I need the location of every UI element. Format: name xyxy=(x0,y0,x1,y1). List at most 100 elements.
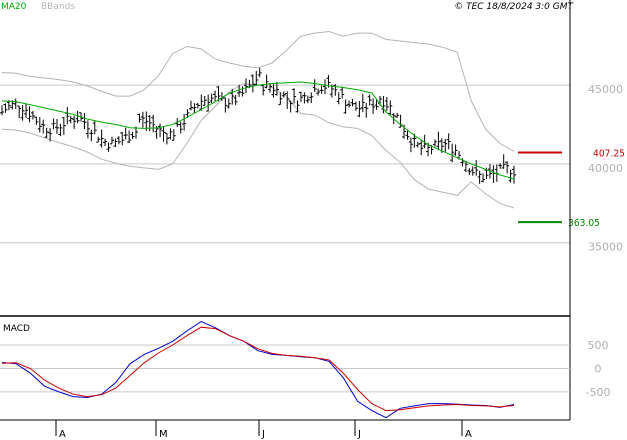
price-bar xyxy=(233,94,238,106)
price-bar xyxy=(443,139,448,153)
macd-tick-label: 500 xyxy=(588,339,609,352)
price-bar xyxy=(357,100,362,118)
price-bar xyxy=(336,92,341,105)
price-bar xyxy=(85,120,90,139)
price-bar xyxy=(285,91,290,109)
price-bar xyxy=(367,94,372,106)
price-bar xyxy=(347,100,352,108)
price-bar xyxy=(3,103,8,113)
price-bar xyxy=(316,88,321,96)
time-axis-label: A xyxy=(465,429,472,440)
price-bar xyxy=(474,160,479,176)
price-bar xyxy=(491,165,496,183)
price-bar xyxy=(271,84,276,98)
price-panel: 407.25 363.05 45000 40000 35000 xyxy=(0,30,625,254)
macd-tick-label: 0 xyxy=(595,362,602,375)
price-bar xyxy=(75,110,80,124)
price-bar xyxy=(65,107,70,125)
price-bar xyxy=(68,115,73,124)
price-bar xyxy=(405,130,410,140)
price-bar xyxy=(512,165,516,184)
price-bar xyxy=(305,95,310,104)
price-bar xyxy=(343,99,348,114)
time-axis-label: M xyxy=(159,429,168,440)
price-bar xyxy=(209,93,214,104)
price-bar xyxy=(463,161,468,173)
price-bar xyxy=(17,105,22,119)
resistance-label: 407.25 xyxy=(593,148,625,159)
price-bar xyxy=(450,143,455,163)
price-tick-label: 40000 xyxy=(588,162,623,175)
price-bar xyxy=(161,126,166,142)
price-bar xyxy=(24,103,29,118)
price-bar xyxy=(309,92,314,104)
price-bar xyxy=(41,119,46,134)
price-bar xyxy=(61,117,66,135)
price-bar xyxy=(151,114,156,133)
time-axis-label: J xyxy=(357,429,361,440)
macd-tick-label: -500 xyxy=(586,386,611,399)
price-bar xyxy=(333,84,338,96)
price-bar xyxy=(477,170,482,184)
price-bar xyxy=(120,132,125,146)
price-bar xyxy=(0,105,4,116)
price-bar xyxy=(106,142,111,152)
price-bar xyxy=(319,85,324,94)
price-bar xyxy=(419,139,424,156)
price-bar xyxy=(30,110,35,120)
price-bar xyxy=(96,136,101,143)
price-bar xyxy=(364,102,369,118)
price-bar xyxy=(140,111,145,128)
price-bar xyxy=(37,117,42,133)
price-bar xyxy=(127,130,132,143)
price-bar xyxy=(340,86,345,99)
price-bar xyxy=(202,96,207,106)
price-bar xyxy=(168,128,173,140)
price-bar xyxy=(72,115,77,129)
price-bar xyxy=(323,79,328,95)
price-bar xyxy=(481,173,486,183)
price-bar xyxy=(20,104,25,121)
price-bar xyxy=(302,92,307,104)
ma20-legend: MA20 xyxy=(1,2,27,12)
price-bar xyxy=(395,112,400,118)
price-bar xyxy=(147,114,152,132)
price-bar xyxy=(274,81,279,96)
price-bar xyxy=(82,112,87,130)
price-bar xyxy=(446,133,451,150)
price-bar xyxy=(243,78,248,94)
price-bar xyxy=(164,132,169,145)
price-bar xyxy=(89,129,94,142)
macd-panel: 500 0 -500 xyxy=(0,321,611,419)
price-bar xyxy=(13,98,18,110)
bband-lower-line xyxy=(1,82,515,209)
price-bar xyxy=(360,93,365,113)
bband-upper-line xyxy=(1,30,515,152)
stock-chart: 407.25 363.05 45000 40000 35000 500 0 -500 A M… xyxy=(0,0,625,440)
price-bar xyxy=(415,141,420,148)
price-bar xyxy=(92,120,97,135)
price-bar xyxy=(250,74,255,93)
price-bar xyxy=(281,91,286,98)
price-bar xyxy=(292,88,297,104)
price-bar xyxy=(467,168,472,175)
price-bar xyxy=(158,123,163,138)
copyright-text: © TEC 18/8/2024 3:0 GMT xyxy=(454,2,574,12)
price-bar xyxy=(192,103,197,114)
price-bar xyxy=(44,127,49,138)
price-bar xyxy=(350,98,355,107)
price-bar xyxy=(261,84,266,96)
price-bar xyxy=(257,67,262,78)
price-bar xyxy=(27,106,32,123)
support-label: 363.05 xyxy=(568,218,600,229)
time-axis-label: A xyxy=(59,429,66,440)
price-bar xyxy=(453,144,458,156)
price-bar xyxy=(99,129,104,148)
macd-line xyxy=(1,321,515,419)
price-bar xyxy=(188,100,193,111)
bbands-legend: BBands xyxy=(41,2,75,12)
price-bar xyxy=(505,161,510,174)
price-bar xyxy=(436,131,441,151)
price-tick-label: 35000 xyxy=(588,241,623,254)
price-bar xyxy=(54,118,59,134)
